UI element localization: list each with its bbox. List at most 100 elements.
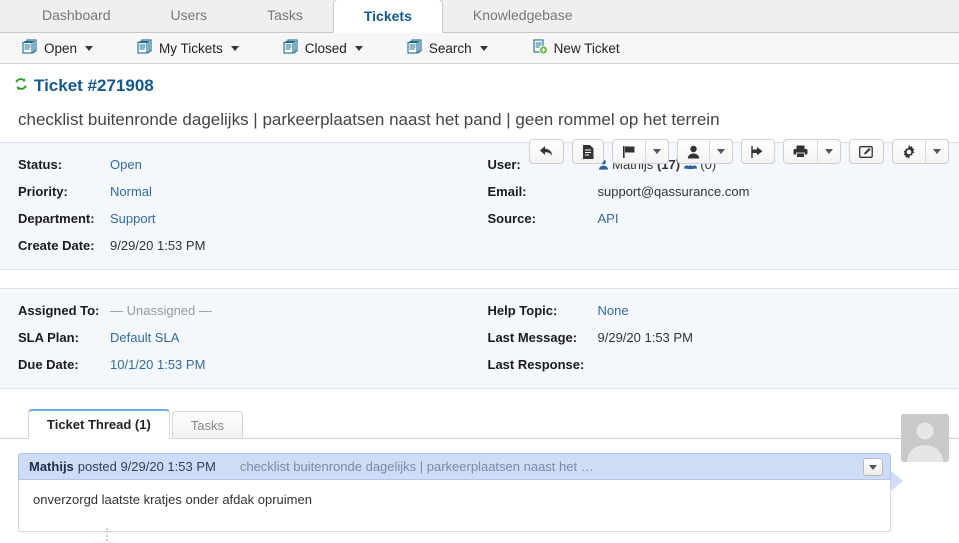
ticket-action-toolbar [529,139,949,164]
subnav-my-tickets[interactable]: My Tickets [137,39,261,57]
info-value-last-message: 9/29/20 1:53 PM [597,330,693,345]
chevron-down-icon [653,149,661,154]
assign-dropdown-toggle[interactable] [709,140,732,163]
thread-message-options-button[interactable] [863,458,883,476]
info-value-create-date: 9/29/20 1:53 PM [110,238,206,253]
info-cell-sla-plan: SLA Plan: Default SLA [0,324,480,351]
thread-message-author: Mathijs [29,459,74,474]
info-value-sla-plan[interactable]: Default SLA [110,324,179,351]
print-dropdown-toggle[interactable] [817,140,840,163]
info-label-status: Status: [18,157,63,172]
info-label-source: Source: [487,211,536,226]
info-row: Due Date: 10/1/20 1:53 PM Last Response: [0,351,959,378]
chevron-down-icon [85,45,94,51]
edit-button[interactable] [849,139,884,164]
info-value-help-topic[interactable]: None [598,297,629,324]
nav-tab-dashboard[interactable]: Dashboard [12,0,141,32]
nav-tab-tickets[interactable]: Tickets [332,0,443,33]
ticket-thread: Mathijs posted 9/29/20 1:53 PM checklist… [0,439,959,543]
print-button[interactable] [783,139,841,164]
panel-separator [0,270,959,288]
nav-tab-tasks[interactable]: Tasks [237,0,333,32]
ticket-number-label: Ticket #271908 [34,76,154,95]
flag-dropdown-toggle[interactable] [645,140,668,163]
subnav-closed[interactable]: Closed [283,39,385,57]
reply-button[interactable] [529,139,564,164]
subnav-search[interactable]: Search [407,39,510,57]
gear-icon [893,140,925,163]
info-cell-due-date: Due Date: 10/1/20 1:53 PM [0,351,480,378]
info-value-due-date[interactable]: 10/1/20 1:53 PM [110,351,205,378]
document-icon [573,140,603,163]
info-label-due-date: Due Date: [18,357,79,372]
stacked-documents-icon [22,39,38,57]
printer-icon [784,140,817,163]
thread-event-created: Created by Mathijs 9/29/20 1:53 PM [18,528,959,543]
info-value-priority[interactable]: Normal [110,178,152,205]
main-navigation-tabs: Dashboard Users Tasks Tickets Knowledgeb… [0,0,959,33]
page-title: Ticket #271908 [14,76,154,96]
flag-button[interactable] [612,139,669,164]
info-cell-email: Email: support@qassurance.com [480,178,959,205]
stacked-documents-icon [407,39,423,57]
info-value-email: support@qassurance.com [597,184,750,199]
ticket-subject: checklist buitenronde dagelijks | parkee… [18,110,720,129]
stacked-documents-icon [137,39,153,57]
tab-ticket-thread[interactable]: Ticket Thread (1) [28,409,170,439]
chevron-down-icon [933,149,941,154]
chevron-down-icon [869,464,877,470]
avatar [901,414,949,462]
transfer-button[interactable] [741,139,775,164]
user-icon [678,140,709,163]
note-button[interactable] [572,139,604,164]
timeline-connector [106,528,108,543]
info-row: Create Date: 9/29/20 1:53 PM [0,232,959,259]
assign-button[interactable] [677,139,733,164]
info-cell-department: Department: Support [0,205,480,232]
subnav-open[interactable]: Open [22,39,115,57]
thread-message-header: Mathijs posted 9/29/20 1:53 PM checklist… [18,453,891,480]
subnav-new-ticket[interactable]: New Ticket [532,38,642,58]
info-label-assigned-to: Assigned To: [18,303,100,318]
info-label-help-topic: Help Topic: [487,303,558,318]
subnav-search-label: Search [428,40,472,56]
info-label-email: Email: [487,184,527,199]
thread-message-body: onverzorgd laatste kratjes onder afdak o… [18,480,891,532]
stacked-documents-icon [283,39,299,57]
info-label-sla-plan: SLA Plan: [18,330,79,345]
tab-tasks[interactable]: Tasks [171,411,244,439]
info-label-last-message: Last Message: [487,330,578,345]
flag-icon [613,140,645,163]
info-label-department: Department: [18,211,95,226]
chevron-down-icon [717,149,725,154]
info-cell-source: Source: API [480,205,959,232]
subnav-new-ticket-label: New Ticket [553,40,620,56]
chevron-down-icon [479,45,488,51]
info-cell-last-response: Last Response: [480,351,959,378]
info-row: SLA Plan: Default SLA Last Message: 9/29… [0,324,959,351]
tickets-subnav: Open My Tickets Closed Search New Ticket [0,33,959,64]
info-value-assigned-to: — Unassigned — [110,303,212,318]
chevron-down-icon [354,45,363,51]
info-row: Assigned To: — Unassigned — Help Topic: … [0,297,959,324]
ticket-info-secondary: Assigned To: — Unassigned — Help Topic: … [0,288,959,389]
ticket-header: Ticket #271908 [0,64,959,164]
info-cell-assigned-to: Assigned To: — Unassigned — [0,297,480,324]
nav-tab-users[interactable]: Users [141,0,238,32]
subnav-my-tickets-label: My Tickets [159,40,223,56]
info-value-department[interactable]: Support [110,205,156,232]
new-document-icon [532,38,548,58]
thread-message: Mathijs posted 9/29/20 1:53 PM checklist… [18,453,903,532]
subnav-open-label: Open [44,40,78,56]
info-label-priority: Priority: [18,184,68,199]
refresh-icon[interactable] [14,76,28,96]
info-label-create-date: Create Date: [18,238,95,253]
info-cell-last-message: Last Message: 9/29/20 1:53 PM [480,324,959,351]
more-dropdown-toggle[interactable] [925,140,948,163]
info-value-source[interactable]: API [598,205,619,232]
info-label-last-response: Last Response: [487,357,585,372]
more-options-button[interactable] [892,139,949,164]
info-value-status[interactable]: Open [110,151,142,178]
nav-tab-knowledgebase[interactable]: Knowledgebase [443,0,603,32]
info-cell-status: Status: Open [0,151,480,178]
